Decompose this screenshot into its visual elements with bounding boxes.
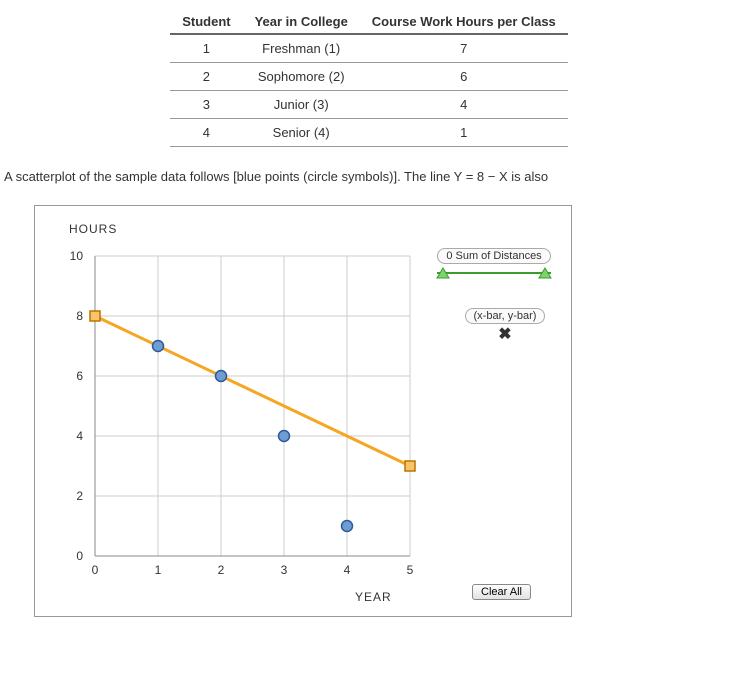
data-table: Student Year in College Course Work Hour… xyxy=(170,10,568,147)
table-cell: Junior (3) xyxy=(243,91,360,119)
table-cell: Senior (4) xyxy=(243,119,360,147)
y-tick-label: 10 xyxy=(70,249,84,263)
x-tick-label: 5 xyxy=(407,563,414,577)
data-point[interactable] xyxy=(153,340,164,351)
x-tick-label: 4 xyxy=(344,563,351,577)
y-tick-label: 8 xyxy=(76,309,83,323)
legend-sum-line xyxy=(429,266,559,280)
legend-sum-of-distances[interactable]: 0 Sum of Distances xyxy=(429,248,559,280)
table-row: 3Junior (3)4 xyxy=(170,91,568,119)
x-tick-label: 2 xyxy=(218,563,225,577)
regression-line[interactable] xyxy=(95,316,410,466)
table-cell: 7 xyxy=(360,34,568,63)
y-tick-label: 6 xyxy=(76,369,83,383)
data-point[interactable] xyxy=(342,520,353,531)
line-endpoint-handle[interactable] xyxy=(90,311,100,321)
table-cell: 3 xyxy=(170,91,242,119)
data-point[interactable] xyxy=(279,430,290,441)
clear-all-button[interactable]: Clear All xyxy=(472,584,531,600)
scatterplot-description: A scatterplot of the sample data follows… xyxy=(4,167,734,187)
y-tick-label: 0 xyxy=(76,549,83,563)
y-tick-label: 4 xyxy=(76,429,83,443)
table-cell: Freshman (1) xyxy=(243,34,360,63)
table-cell: 1 xyxy=(360,119,568,147)
legend-means-label: (x-bar, y-bar) xyxy=(465,308,546,324)
table-cell: 6 xyxy=(360,63,568,91)
data-point[interactable] xyxy=(216,370,227,381)
table-cell: 1 xyxy=(170,34,242,63)
table-row: 1Freshman (1)7 xyxy=(170,34,568,63)
table-cell: 4 xyxy=(170,119,242,147)
line-endpoint-handle[interactable] xyxy=(405,461,415,471)
x-mark-icon: ✖ xyxy=(455,324,555,344)
x-tick-label: 0 xyxy=(92,563,99,577)
y-tick-label: 2 xyxy=(76,489,83,503)
chart-frame: HOURS 0123450246810 YEAR 0 Sum of Distan… xyxy=(34,205,572,617)
table-cell: 4 xyxy=(360,91,568,119)
x-tick-label: 1 xyxy=(155,563,162,577)
table-row: 4Senior (4)1 xyxy=(170,119,568,147)
table-cell: Sophomore (2) xyxy=(243,63,360,91)
col-header-year: Year in College xyxy=(243,10,360,34)
x-axis-title: YEAR xyxy=(355,590,392,604)
col-header-student: Student xyxy=(170,10,242,34)
table-row: 2Sophomore (2)6 xyxy=(170,63,568,91)
legend-means[interactable]: (x-bar, y-bar) ✖ xyxy=(455,308,555,344)
col-header-hours: Course Work Hours per Class xyxy=(360,10,568,34)
table-cell: 2 xyxy=(170,63,242,91)
x-tick-label: 3 xyxy=(281,563,288,577)
legend-sum-label: 0 Sum of Distances xyxy=(437,248,550,264)
